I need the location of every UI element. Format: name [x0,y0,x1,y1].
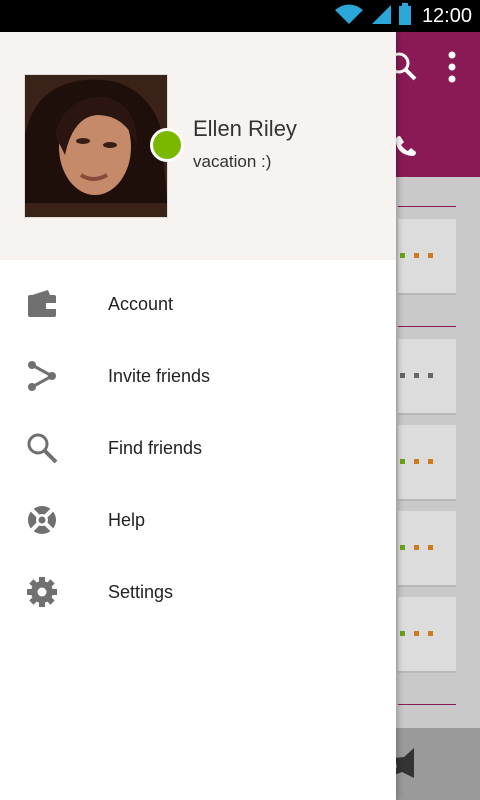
menu-item-help[interactable]: Help [0,484,396,556]
profile-name: Ellen Riley [193,116,297,141]
profile-header[interactable]: Ellen Riley vacation :) [0,32,396,260]
list-item[interactable] [398,219,456,295]
menu-item-label: Invite friends [108,365,211,386]
share-icon [24,358,60,394]
menu-item-account[interactable]: Account [0,268,396,340]
wallet-icon [24,286,60,322]
more-vert-icon[interactable] [444,50,460,89]
list-item[interactable] [398,597,456,673]
navigation-drawer: Ellen Riley vacation :) Account Invite f… [0,32,396,800]
menu-item-label: Help [108,509,146,530]
avatar[interactable] [24,74,168,218]
search-icon [24,430,60,466]
gear-icon [24,574,60,610]
list-divider [398,704,456,705]
lifebuoy-icon [24,502,60,538]
drawer-menu: Account Invite friends Find friends Help… [0,268,396,628]
list-item[interactable] [398,511,456,587]
star-icon[interactable] [394,748,414,783]
battery-icon [398,2,412,30]
status-bar: 12:00 [0,0,480,32]
signal-icon [370,3,392,30]
status-time: 12:00 [421,4,472,27]
menu-item-settings[interactable]: Settings [0,556,396,628]
bottom-bar [394,728,480,800]
menu-item-invite-friends[interactable]: Invite friends [0,340,396,412]
wifi-icon [334,3,364,30]
profile-status-message: vacation :) [193,152,272,171]
list-divider [398,326,456,327]
phone-icon[interactable] [396,136,416,161]
menu-item-find-friends[interactable]: Find friends [0,412,396,484]
online-status-indicator [150,128,184,162]
list-item[interactable] [398,425,456,501]
list-item[interactable] [398,339,456,415]
menu-item-label: Find friends [108,437,203,458]
list-divider [398,206,456,207]
menu-item-label: Settings [108,581,174,602]
menu-item-label: Account [108,293,174,314]
